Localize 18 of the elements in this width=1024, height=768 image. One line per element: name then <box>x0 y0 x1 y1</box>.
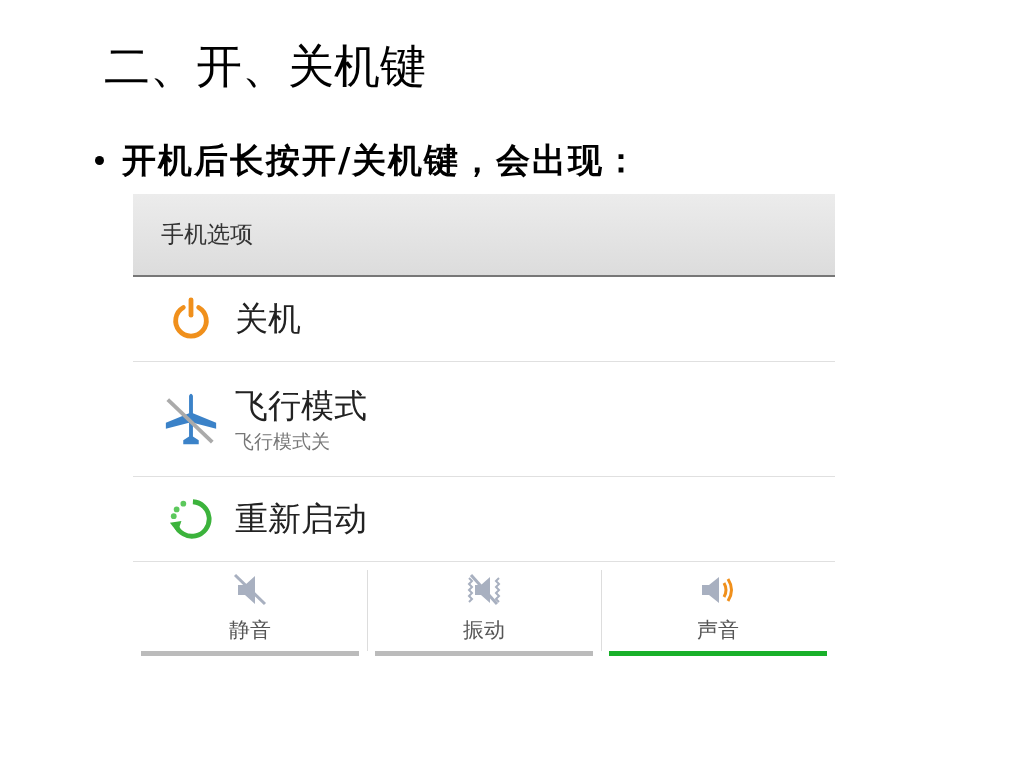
item-label: 飞行模式 <box>235 384 367 427</box>
bullet-dot <box>95 155 104 165</box>
item-label: 重新启动 <box>235 497 367 540</box>
bullet-text: 开机后长按开/关机键，会出现： <box>122 139 641 182</box>
vibrate-icon <box>467 574 501 605</box>
item-label: 关机 <box>235 297 301 340</box>
mute-icon <box>233 573 267 606</box>
slide-title: 二、开、关机键 <box>104 38 427 95</box>
item-subtitle: 飞行模式关 <box>235 428 331 454</box>
menu-item[interactable]: 关机 <box>133 277 835 362</box>
restart-icon <box>169 499 212 539</box>
dialog-title: 手机选项 <box>161 220 253 249</box>
menu-item[interactable]: 重新启动 <box>133 477 835 562</box>
airplane-off-icon <box>165 393 217 445</box>
sound-mode-tab[interactable]: 静音 <box>141 570 359 656</box>
menu-item[interactable]: 飞行模式 飞行模式关 <box>133 362 835 477</box>
power-icon <box>173 297 209 339</box>
speaker-icon <box>702 577 733 603</box>
